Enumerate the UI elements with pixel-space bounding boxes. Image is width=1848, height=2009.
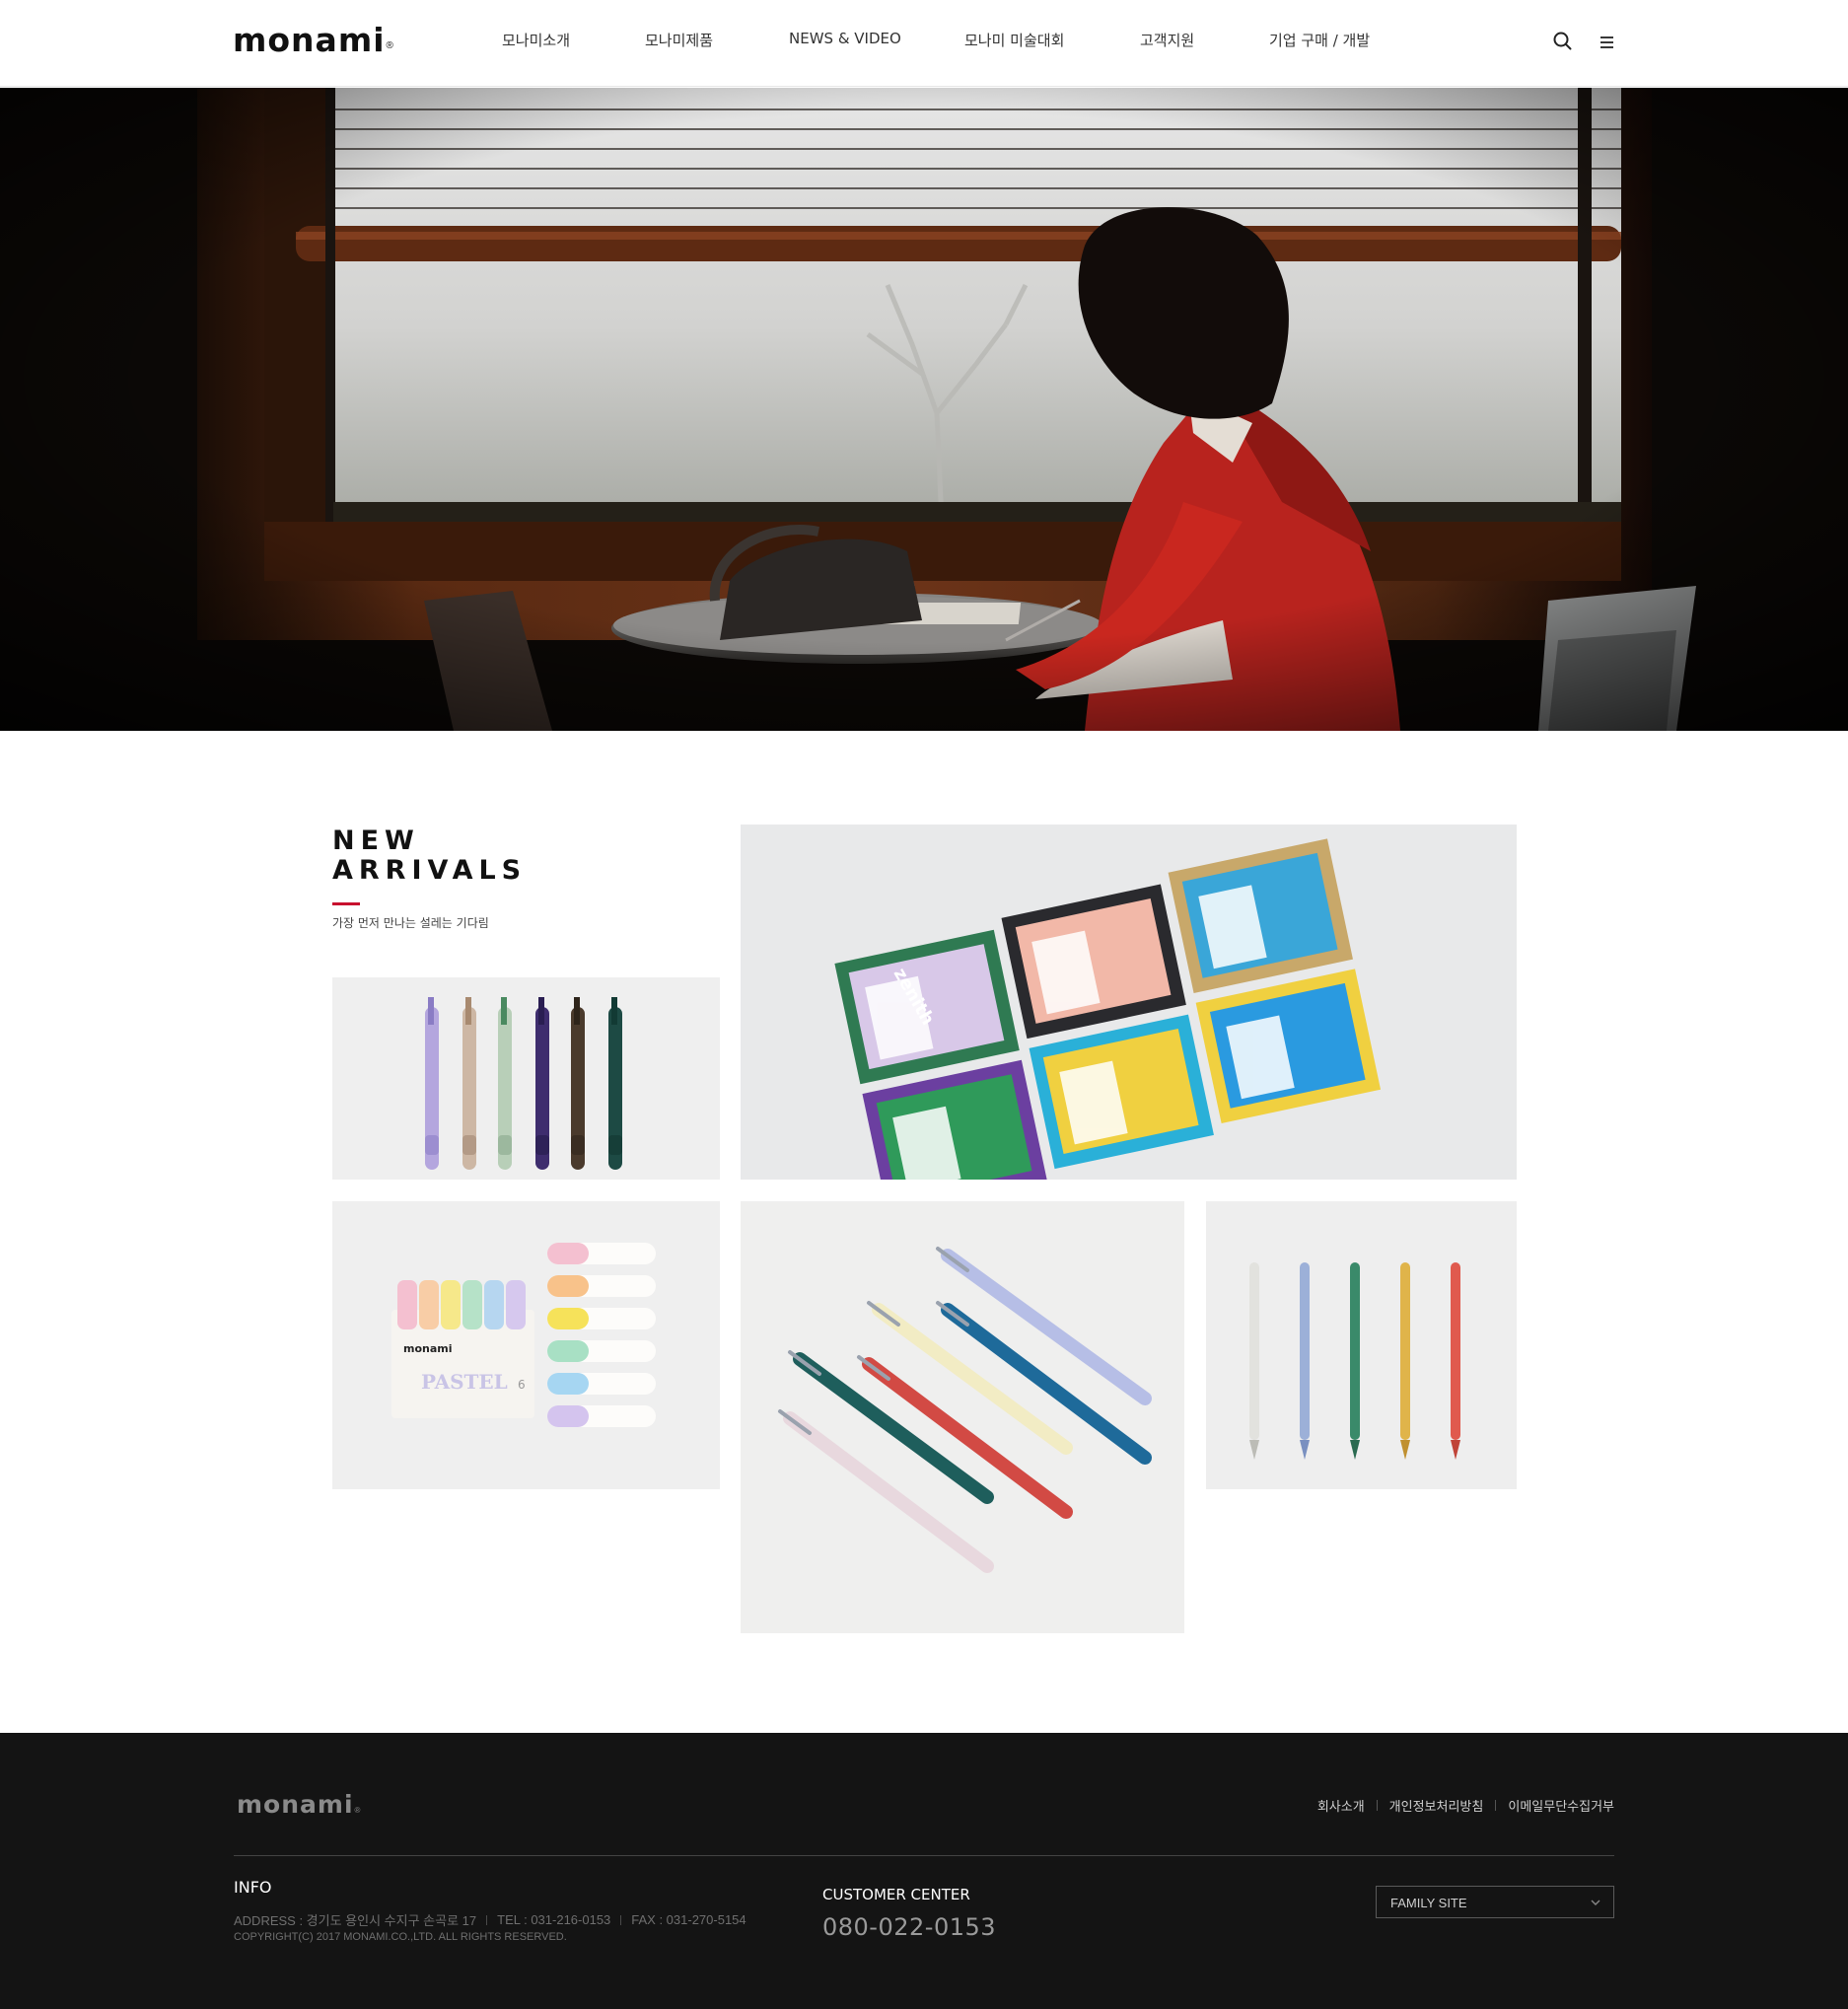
footer-divider xyxy=(234,1855,1614,1856)
divider xyxy=(620,1914,622,1925)
product-tile-slim-pens[interactable] xyxy=(1206,1201,1517,1489)
family-site-label: FAMILY SITE xyxy=(1390,1896,1467,1910)
family-site-select[interactable]: FAMILY SITE xyxy=(1376,1886,1614,1918)
pastel-label: PASTEL xyxy=(421,1370,508,1394)
highlighter-count: 6 xyxy=(518,1378,526,1392)
divider xyxy=(486,1914,488,1925)
footer-logo[interactable]: monami ® xyxy=(237,1790,360,1819)
nav-item-corporate[interactable]: 기업 구매 / 개발 xyxy=(1269,30,1370,50)
divider xyxy=(1376,1800,1378,1811)
site-header: monami ® 모나미소개 모나미제품 NEWS & VIDEO 모나미 미술… xyxy=(0,0,1848,87)
new-arrivals-subtitle: 가장 먼저 만나는 설레는 기다림 xyxy=(332,916,489,930)
tel-text: TEL : 031-216-0153 xyxy=(497,1912,611,1927)
product-tile-zenith-gift-sets[interactable]: zenith xyxy=(741,825,1517,1180)
registered-mark-icon: ® xyxy=(354,1806,361,1815)
nav-item-products[interactable]: 모나미제품 xyxy=(645,30,713,50)
product-tile-ballpoint-pens[interactable] xyxy=(741,1201,1184,1633)
title-line-1: NEW xyxy=(332,825,420,856)
nav-item-about[interactable]: 모나미소개 xyxy=(502,30,570,50)
hero-image xyxy=(0,88,1848,731)
nav-item-news-video[interactable]: NEWS & VIDEO xyxy=(789,30,901,47)
footer-link-privacy[interactable]: 개인정보처리방침 xyxy=(1389,1796,1484,1815)
footer-links: 회사소개 개인정보처리방침 이메일무단수집거부 xyxy=(1317,1796,1614,1815)
menu-icon[interactable] xyxy=(1596,30,1619,53)
footer-logo-text: monami xyxy=(237,1790,354,1819)
address-text: ADDRESS : 경기도 용인시 수지구 손곡로 17 xyxy=(234,1913,477,1928)
info-heading: INFO xyxy=(234,1878,272,1897)
highlighter-brand-label: monami xyxy=(403,1342,453,1355)
search-icon[interactable] xyxy=(1551,30,1575,53)
hero-banner xyxy=(0,88,1848,731)
fax-text: FAX : 031-270-5154 xyxy=(631,1912,746,1927)
copyright-text: COPYRIGHT(C) 2017 MONAMI.CO.,LTD. ALL RI… xyxy=(234,1931,567,1943)
customer-center-phone: 080-022-0153 xyxy=(822,1913,997,1941)
product-tile-pastel-highlighters[interactable]: monami PASTEL 6 xyxy=(332,1201,720,1489)
nav-item-support[interactable]: 고객지원 xyxy=(1140,30,1194,50)
footer-link-company[interactable]: 회사소개 xyxy=(1317,1796,1365,1815)
product-tile-multicolor-pens[interactable] xyxy=(332,977,720,1180)
title-line-2: ARRIVALS xyxy=(332,855,528,886)
new-arrivals-title: NEW ARRIVALS xyxy=(332,826,527,886)
nav-item-art-contest[interactable]: 모나미 미술대회 xyxy=(964,30,1064,50)
customer-center-heading: CUSTOMER CENTER xyxy=(822,1886,970,1903)
site-footer xyxy=(0,1733,1848,2009)
footer-link-email-policy[interactable]: 이메일무단수집거부 xyxy=(1508,1796,1614,1815)
company-info: ADDRESS : 경기도 용인시 수지구 손곡로 17 TEL : 031-2… xyxy=(234,1910,746,1929)
chevron-down-icon xyxy=(1590,1896,1601,1913)
divider xyxy=(1495,1800,1497,1811)
title-accent-bar xyxy=(332,902,360,905)
